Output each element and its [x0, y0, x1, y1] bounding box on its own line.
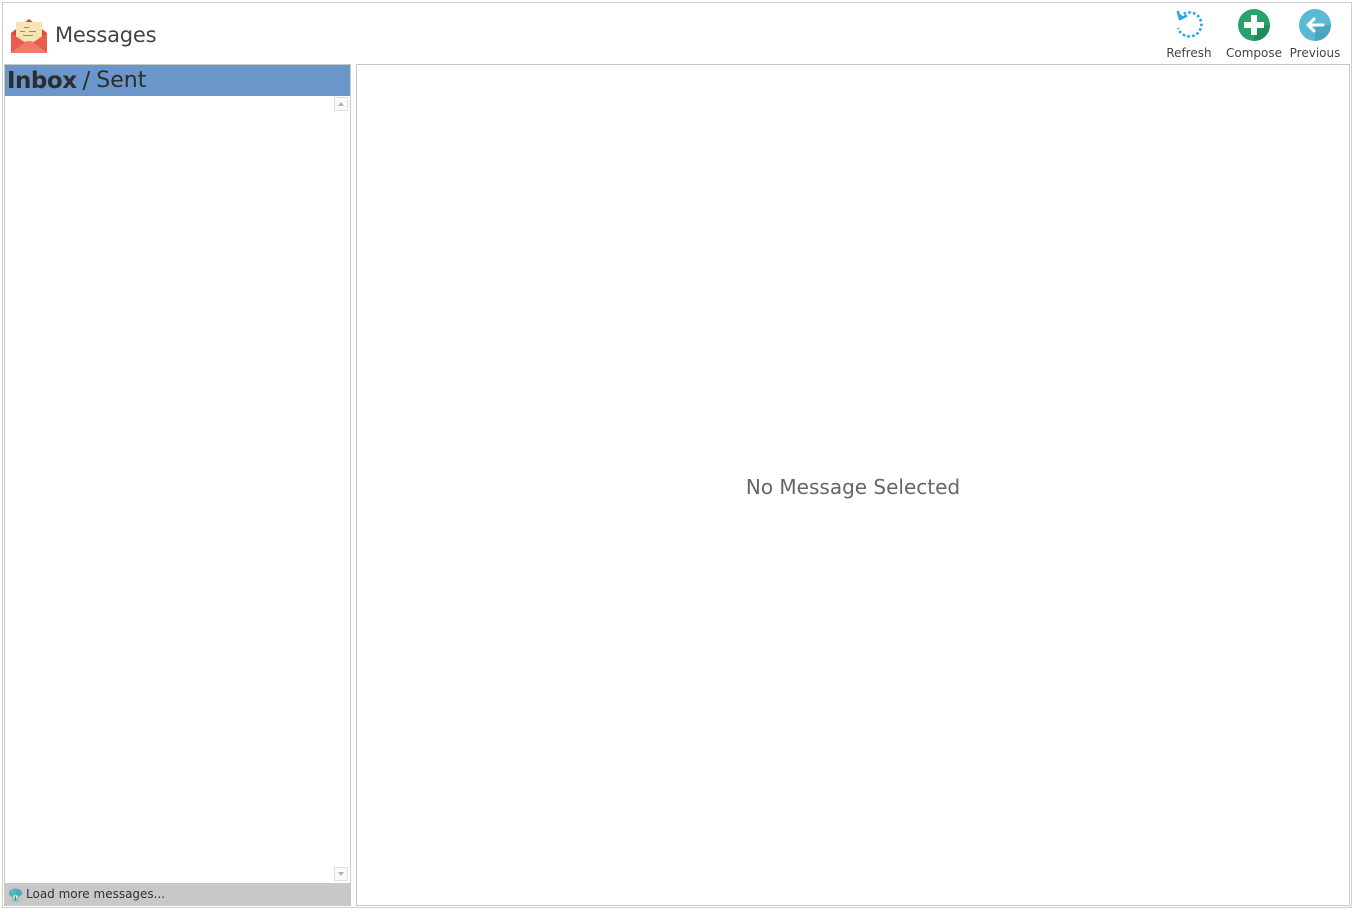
arrow-left-circle-icon — [1299, 9, 1331, 41]
folder-tabs: Inbox / Sent — [5, 65, 350, 96]
message-list[interactable] — [5, 96, 350, 883]
plus-circle-icon — [1238, 9, 1270, 41]
empty-state-text: No Message Selected — [745, 475, 961, 499]
compose-button[interactable]: Compose — [1221, 8, 1287, 64]
chevron-down-icon — [338, 872, 344, 876]
scroll-down-button[interactable] — [334, 867, 348, 881]
refresh-label: Refresh — [1166, 46, 1212, 60]
refresh-button[interactable]: Refresh — [1157, 8, 1221, 64]
list-scrollbar[interactable] — [334, 97, 348, 881]
load-more-label: Load more messages... — [26, 887, 166, 901]
refresh-icon — [1176, 10, 1203, 38]
message-list-panel: Inbox / Sent Load more messages... — [4, 64, 351, 906]
compose-label: Compose — [1225, 46, 1282, 60]
tab-separator: / — [82, 67, 91, 94]
app-title: Messages — [55, 23, 157, 47]
load-more-button[interactable]: Load more messages... — [5, 883, 350, 905]
cloud-download-icon — [9, 888, 22, 901]
envelope-icon — [11, 19, 47, 53]
previous-label: Previous — [1289, 46, 1341, 60]
toolbar: Refresh Compose Previous — [1157, 8, 1343, 64]
chevron-up-icon — [338, 102, 344, 106]
tab-inbox[interactable]: Inbox — [7, 68, 77, 94]
message-detail-panel: No Message Selected — [356, 64, 1350, 906]
scroll-up-button[interactable] — [334, 97, 348, 111]
previous-button[interactable]: Previous — [1287, 8, 1343, 64]
tab-sent[interactable]: Sent — [96, 68, 146, 93]
